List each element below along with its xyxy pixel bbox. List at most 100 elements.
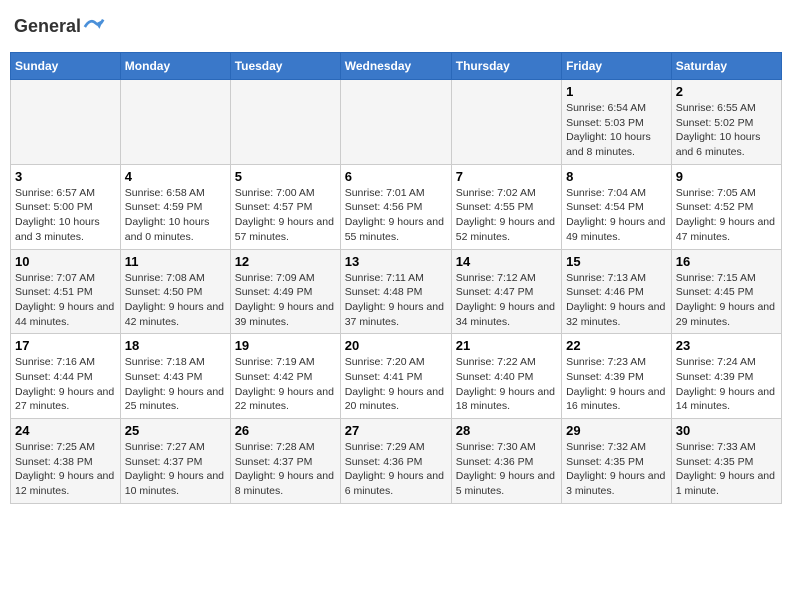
calendar-week-row: 10Sunrise: 7:07 AM Sunset: 4:51 PM Dayli… — [11, 249, 782, 334]
day-number: 4 — [125, 169, 226, 184]
calendar-week-row: 1 Sunrise: 6:54 AM Sunset: 5:03 PM Daylig… — [11, 80, 782, 165]
day-info: Sunrise: 6:54 AM Sunset: 5:03 PM Dayligh… — [566, 101, 667, 160]
day-info: Sunrise: 7:19 AM Sunset: 4:42 PM Dayligh… — [235, 355, 336, 414]
calendar-table: SundayMondayTuesdayWednesdayThursdayFrid… — [10, 52, 782, 504]
day-number: 1 — [566, 84, 667, 99]
calendar-cell: 16 Sunrise: 7:15 AM Sunset: 4:45 PM Dayli… — [671, 249, 781, 334]
day-info: Sunrise: 7:16 AM Sunset: 4:44 PM Dayligh… — [15, 355, 116, 414]
day-number: 20 — [345, 338, 447, 353]
day-number: 27 — [345, 423, 447, 438]
day-info: Sunrise: 7:13 AM Sunset: 4:46 PM Dayligh… — [566, 271, 667, 330]
day-number: 2 — [676, 84, 777, 99]
day-number: 13 — [345, 254, 447, 269]
calendar-cell: 17Sunrise: 7:16 AM Sunset: 4:44 PM Dayli… — [11, 334, 121, 419]
calendar-cell: 5 Sunrise: 7:00 AM Sunset: 4:57 PM Daylig… — [230, 164, 340, 249]
day-number: 14 — [456, 254, 557, 269]
day-number: 11 — [125, 254, 226, 269]
calendar-cell: 21 Sunrise: 7:22 AM Sunset: 4:40 PM Dayli… — [451, 334, 561, 419]
page-header: General — [10, 10, 782, 44]
day-info: Sunrise: 7:09 AM Sunset: 4:49 PM Dayligh… — [235, 271, 336, 330]
calendar-week-row: 3 Sunrise: 6:57 AM Sunset: 5:00 PM Daylig… — [11, 164, 782, 249]
day-info: Sunrise: 7:07 AM Sunset: 4:51 PM Dayligh… — [15, 271, 116, 330]
day-info: Sunrise: 7:18 AM Sunset: 4:43 PM Dayligh… — [125, 355, 226, 414]
calendar-cell: 29 Sunrise: 7:32 AM Sunset: 4:35 PM Dayli… — [562, 419, 672, 504]
weekday-header-saturday: Saturday — [671, 53, 781, 80]
day-info: Sunrise: 7:25 AM Sunset: 4:38 PM Dayligh… — [15, 440, 116, 499]
calendar-cell: 13 Sunrise: 7:11 AM Sunset: 4:48 PM Dayli… — [340, 249, 451, 334]
day-info: Sunrise: 7:08 AM Sunset: 4:50 PM Dayligh… — [125, 271, 226, 330]
day-number: 25 — [125, 423, 226, 438]
day-number: 16 — [676, 254, 777, 269]
day-info: Sunrise: 7:05 AM Sunset: 4:52 PM Dayligh… — [676, 186, 777, 245]
day-info: Sunrise: 7:29 AM Sunset: 4:36 PM Dayligh… — [345, 440, 447, 499]
day-info: Sunrise: 6:57 AM Sunset: 5:00 PM Dayligh… — [15, 186, 116, 245]
weekday-header-tuesday: Tuesday — [230, 53, 340, 80]
calendar-cell: 8Sunrise: 7:04 AM Sunset: 4:54 PM Daylig… — [562, 164, 672, 249]
weekday-header-wednesday: Wednesday — [340, 53, 451, 80]
day-info: Sunrise: 7:01 AM Sunset: 4:56 PM Dayligh… — [345, 186, 447, 245]
day-info: Sunrise: 7:02 AM Sunset: 4:55 PM Dayligh… — [456, 186, 557, 245]
day-number: 19 — [235, 338, 336, 353]
day-number: 30 — [676, 423, 777, 438]
day-number: 8 — [566, 169, 667, 184]
calendar-cell: 30 Sunrise: 7:33 AM Sunset: 4:35 PM Dayli… — [671, 419, 781, 504]
day-info: Sunrise: 7:20 AM Sunset: 4:41 PM Dayligh… — [345, 355, 447, 414]
day-number: 26 — [235, 423, 336, 438]
day-info: Sunrise: 7:30 AM Sunset: 4:36 PM Dayligh… — [456, 440, 557, 499]
calendar-week-row: 24Sunrise: 7:25 AM Sunset: 4:38 PM Dayli… — [11, 419, 782, 504]
day-number: 28 — [456, 423, 557, 438]
day-number: 9 — [676, 169, 777, 184]
calendar-cell — [230, 80, 340, 165]
day-number: 5 — [235, 169, 336, 184]
day-number: 21 — [456, 338, 557, 353]
day-number: 3 — [15, 169, 116, 184]
day-number: 7 — [456, 169, 557, 184]
day-number: 29 — [566, 423, 667, 438]
day-number: 15 — [566, 254, 667, 269]
calendar-cell: 25 Sunrise: 7:27 AM Sunset: 4:37 PM Dayli… — [120, 419, 230, 504]
calendar-cell — [120, 80, 230, 165]
day-info: Sunrise: 6:58 AM Sunset: 4:59 PM Dayligh… — [125, 186, 226, 245]
calendar-cell: 2 Sunrise: 6:55 AM Sunset: 5:02 PM Daylig… — [671, 80, 781, 165]
day-info: Sunrise: 7:00 AM Sunset: 4:57 PM Dayligh… — [235, 186, 336, 245]
logo-text: General — [14, 16, 105, 38]
day-info: Sunrise: 7:28 AM Sunset: 4:37 PM Dayligh… — [235, 440, 336, 499]
day-info: Sunrise: 7:27 AM Sunset: 4:37 PM Dayligh… — [125, 440, 226, 499]
day-info: Sunrise: 7:24 AM Sunset: 4:39 PM Dayligh… — [676, 355, 777, 414]
calendar-cell: 7 Sunrise: 7:02 AM Sunset: 4:55 PM Daylig… — [451, 164, 561, 249]
weekday-header-row: SundayMondayTuesdayWednesdayThursdayFrid… — [11, 53, 782, 80]
weekday-header-monday: Monday — [120, 53, 230, 80]
calendar-week-row: 17Sunrise: 7:16 AM Sunset: 4:44 PM Dayli… — [11, 334, 782, 419]
calendar-cell: 19 Sunrise: 7:19 AM Sunset: 4:42 PM Dayli… — [230, 334, 340, 419]
logo: General — [14, 16, 105, 38]
day-info: Sunrise: 7:15 AM Sunset: 4:45 PM Dayligh… — [676, 271, 777, 330]
calendar-cell: 9 Sunrise: 7:05 AM Sunset: 4:52 PM Daylig… — [671, 164, 781, 249]
calendar-cell: 18 Sunrise: 7:18 AM Sunset: 4:43 PM Dayli… — [120, 334, 230, 419]
day-info: Sunrise: 7:32 AM Sunset: 4:35 PM Dayligh… — [566, 440, 667, 499]
day-info: Sunrise: 7:11 AM Sunset: 4:48 PM Dayligh… — [345, 271, 447, 330]
calendar-cell: 20 Sunrise: 7:20 AM Sunset: 4:41 PM Dayli… — [340, 334, 451, 419]
calendar-cell: 1 Sunrise: 6:54 AM Sunset: 5:03 PM Daylig… — [562, 80, 672, 165]
calendar-cell: 12 Sunrise: 7:09 AM Sunset: 4:49 PM Dayli… — [230, 249, 340, 334]
day-number: 22 — [566, 338, 667, 353]
calendar-cell: 27 Sunrise: 7:29 AM Sunset: 4:36 PM Dayli… — [340, 419, 451, 504]
logo-icon — [83, 16, 105, 38]
day-info: Sunrise: 7:23 AM Sunset: 4:39 PM Dayligh… — [566, 355, 667, 414]
calendar-cell — [340, 80, 451, 165]
calendar-cell: 28 Sunrise: 7:30 AM Sunset: 4:36 PM Dayli… — [451, 419, 561, 504]
calendar-cell: 14Sunrise: 7:12 AM Sunset: 4:47 PM Dayli… — [451, 249, 561, 334]
calendar-cell: 15 Sunrise: 7:13 AM Sunset: 4:46 PM Dayli… — [562, 249, 672, 334]
day-number: 18 — [125, 338, 226, 353]
calendar-cell — [11, 80, 121, 165]
calendar-cell: 22 Sunrise: 7:23 AM Sunset: 4:39 PM Dayli… — [562, 334, 672, 419]
day-number: 12 — [235, 254, 336, 269]
day-info: Sunrise: 6:55 AM Sunset: 5:02 PM Dayligh… — [676, 101, 777, 160]
day-number: 6 — [345, 169, 447, 184]
calendar-cell: 4 Sunrise: 6:58 AM Sunset: 4:59 PM Daylig… — [120, 164, 230, 249]
calendar-cell: 11 Sunrise: 7:08 AM Sunset: 4:50 PM Dayli… — [120, 249, 230, 334]
day-info: Sunrise: 7:22 AM Sunset: 4:40 PM Dayligh… — [456, 355, 557, 414]
day-number: 23 — [676, 338, 777, 353]
calendar-cell: 26 Sunrise: 7:28 AM Sunset: 4:37 PM Dayli… — [230, 419, 340, 504]
day-info: Sunrise: 7:33 AM Sunset: 4:35 PM Dayligh… — [676, 440, 777, 499]
calendar-cell — [451, 80, 561, 165]
